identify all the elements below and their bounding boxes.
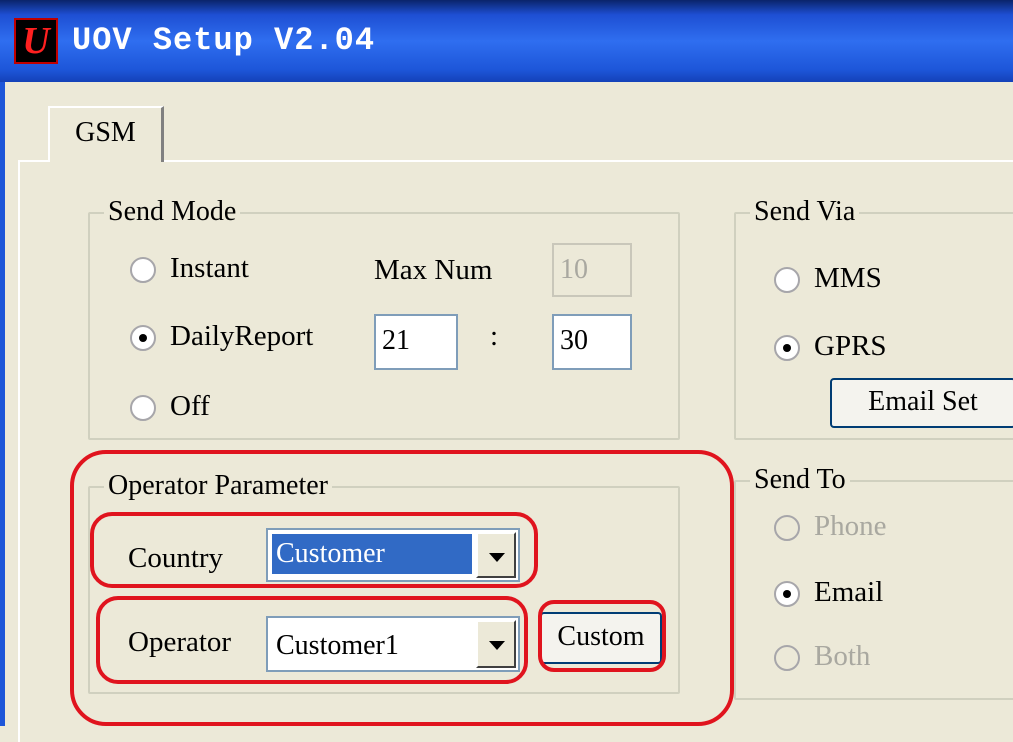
radio-email-label: Email [814, 576, 884, 608]
radio-gprs[interactable]: GPRS [774, 330, 887, 363]
radio-phone-label: Phone [814, 510, 887, 542]
operator-parameter-title: Operator Parameter [104, 468, 332, 504]
report-minute-field[interactable]: 30 [552, 314, 632, 370]
send-via-title: Send Via [750, 194, 860, 230]
radio-button-checked-icon[interactable] [130, 325, 156, 352]
radio-phone[interactable]: Phone [774, 510, 887, 543]
operator-dropdown[interactable]: Customer1 [266, 616, 520, 672]
radio-off-label: Off [170, 390, 210, 422]
app-logo-icon: U [14, 18, 58, 64]
chevron-down-icon[interactable] [476, 532, 516, 578]
tab-gsm[interactable]: GSM [48, 106, 164, 162]
radio-email[interactable]: Email [774, 576, 883, 609]
radio-dailyreport-label: DailyReport [170, 320, 314, 352]
radio-button-icon[interactable] [774, 515, 800, 542]
radio-both[interactable]: Both [774, 640, 870, 673]
operator-label: Operator [128, 626, 232, 658]
title-bar[interactable]: U UOV Setup V2.04 [0, 0, 1013, 82]
radio-instant-label: Instant [170, 252, 249, 284]
radio-instant[interactable]: Instant [130, 252, 249, 285]
email-set-button[interactable]: Email Set [830, 378, 1013, 428]
radio-gprs-label: GPRS [814, 330, 887, 362]
max-num-label: Max Num [374, 254, 493, 286]
radio-button-checked-icon[interactable] [774, 335, 800, 362]
window-title: UOV Setup V2.04 [72, 22, 376, 59]
radio-both-label: Both [814, 640, 871, 672]
country-selected-value: Customer [272, 534, 472, 574]
country-label: Country [128, 542, 224, 574]
radio-dailyreport[interactable]: DailyReport [130, 320, 313, 353]
radio-button-icon[interactable] [774, 645, 800, 672]
radio-button-icon[interactable] [774, 267, 800, 294]
radio-mms[interactable]: MMS [774, 262, 882, 295]
country-dropdown[interactable]: Customer [266, 528, 520, 582]
max-num-field[interactable]: 10 [552, 243, 632, 297]
radio-button-checked-icon[interactable] [774, 581, 800, 608]
send-mode-title: Send Mode [104, 194, 241, 230]
radio-off[interactable]: Off [130, 390, 210, 423]
chevron-down-icon[interactable] [476, 620, 516, 668]
radio-button-icon[interactable] [130, 257, 156, 284]
radio-button-icon[interactable] [130, 395, 156, 422]
radio-mms-label: MMS [814, 262, 882, 294]
operator-selected-value: Customer1 [276, 630, 399, 661]
report-hour-field[interactable]: 21 [374, 314, 458, 370]
custom-button[interactable]: Custom [540, 612, 662, 664]
time-separator: : [490, 320, 499, 352]
send-to-title: Send To [750, 462, 850, 498]
